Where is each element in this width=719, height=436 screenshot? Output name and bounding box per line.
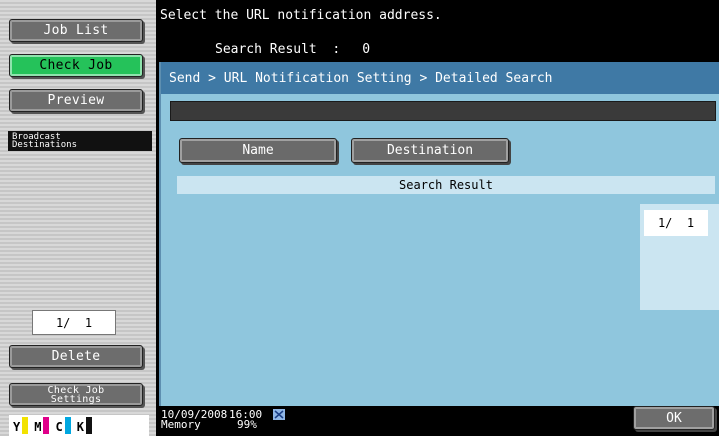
toner-levels: Y M C K xyxy=(9,415,149,436)
status-memory-value: 99% xyxy=(237,418,257,431)
preview-button[interactable]: Preview xyxy=(9,89,143,112)
delete-label: Delete xyxy=(51,349,101,364)
check-job-button[interactable]: Check Job xyxy=(9,54,143,77)
network-status-icon xyxy=(273,409,285,420)
toner-m-bar xyxy=(43,417,50,434)
job-list-label: Job List xyxy=(43,23,109,38)
main-panel: Send > URL Notification Setting > Detail… xyxy=(159,62,719,406)
destination-search-label: Destination xyxy=(386,143,474,158)
result-list xyxy=(177,198,639,395)
ok-button[interactable]: OK xyxy=(633,406,715,430)
toner-y-bar xyxy=(22,417,29,434)
breadcrumb-text: Send > URL Notification Setting > Detail… xyxy=(169,70,553,86)
status-date-block: 10/09/2008 Memory xyxy=(161,409,227,431)
toner-m-label: M xyxy=(34,420,42,434)
sidebar-page-indicator: 1/ 1 xyxy=(32,310,116,335)
broadcast-destinations-label: Broadcast Destinations xyxy=(12,132,78,150)
sidebar-page-text: 1/ 1 xyxy=(55,315,93,330)
result-page-indicator: 1/ 1 xyxy=(640,204,719,310)
result-page-value: 1/ 1 xyxy=(644,210,708,236)
ok-label: OK xyxy=(666,410,682,426)
broadcast-destinations-tab[interactable]: Broadcast Destinations xyxy=(8,131,152,151)
toner-k: K xyxy=(77,417,92,434)
name-search-button[interactable]: Name xyxy=(179,138,337,163)
toner-y: Y xyxy=(13,417,29,434)
toner-c: C xyxy=(55,417,71,434)
status-memory-label: Memory xyxy=(161,418,201,431)
breadcrumb: Send > URL Notification Setting > Detail… xyxy=(161,62,719,94)
job-list-button[interactable]: Job List xyxy=(9,19,143,42)
instruction-message: Select the URL notification address. xyxy=(160,8,442,23)
left-panel: Job List Check Job Preview Broadcast Des… xyxy=(0,0,156,436)
search-input[interactable] xyxy=(170,101,716,121)
result-header: Search Result xyxy=(177,176,715,194)
status-time-block: 16:00 99% xyxy=(229,409,262,431)
toner-c-label: C xyxy=(55,420,63,434)
status-bar: 10/09/2008 Memory 16:00 99% OK xyxy=(159,406,719,436)
delete-button[interactable]: Delete xyxy=(9,345,143,368)
search-result-count: Search Result : 0 xyxy=(215,42,370,57)
result-page-text: 1/ 1 xyxy=(657,216,695,230)
preview-label: Preview xyxy=(47,93,105,108)
toner-c-bar xyxy=(64,417,71,434)
destination-search-button[interactable]: Destination xyxy=(351,138,509,163)
result-header-label: Search Result xyxy=(399,178,493,192)
search-result-value: 0 xyxy=(362,42,371,57)
search-result-label: Search Result : xyxy=(215,42,341,57)
toner-m: M xyxy=(34,417,50,434)
toner-k-bar xyxy=(85,417,92,434)
toner-k-label: K xyxy=(76,420,84,434)
name-search-label: Name xyxy=(242,143,274,158)
toner-y-label: Y xyxy=(13,420,21,434)
check-job-label: Check Job xyxy=(39,58,113,73)
check-job-settings-button[interactable]: Check Job Settings xyxy=(9,383,143,406)
check-job-settings-label: Check Job Settings xyxy=(47,384,105,405)
